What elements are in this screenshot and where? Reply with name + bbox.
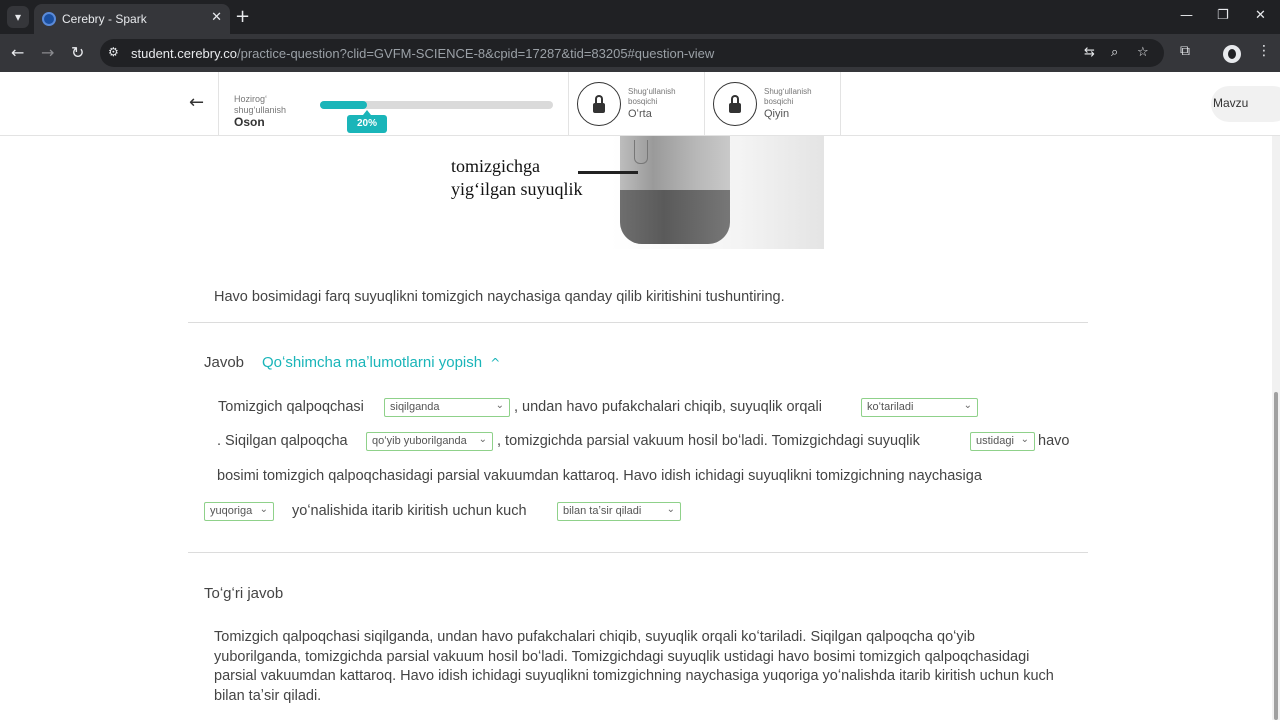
answer-text: . Siqilgan qalpoqcha <box>217 433 348 449</box>
forward-icon[interactable]: → <box>41 43 54 62</box>
browser-tab-bar: ▾ Cerebry - Spark ✕ + — ❐ ✕ <box>0 0 1280 34</box>
window-close-icon[interactable]: ✕ <box>1255 8 1266 23</box>
answer-text: bosimi tomizgich qalpoqchasidagi parsial… <box>217 468 982 484</box>
correct-answer-text: Tomizgich qalpoqchasi siqilganda, undan … <box>214 629 1054 704</box>
answer-text: Tomizgich qalpoqchasi <box>218 399 364 415</box>
answer-text: yoʻnalishida itarib kiritish uchun kuch <box>292 503 527 519</box>
site-info-icon[interactable]: ⚙ <box>108 45 119 59</box>
answer-label: Javob <box>204 354 245 371</box>
current-level-label: Hozirogʻ shugʻullanish <box>234 94 287 115</box>
divider <box>704 72 705 135</box>
chevron-down-icon: ⌄ <box>666 504 675 515</box>
answer-text: , tomizgichda parsial vakuum hosil boʻla… <box>497 433 920 449</box>
dropdown-value: yuqoriga <box>210 505 253 517</box>
browser-toolbar: ← → ↻ ⚙ student.cerebry.co/practice-ques… <box>0 34 1280 72</box>
figure-label: tomizgichga yigʻilgan suyuqlik <box>451 155 583 201</box>
answer-dropdown-1[interactable]: siqilganda ⌄ <box>384 398 510 417</box>
lock-icon <box>713 82 757 126</box>
divider <box>188 322 1088 323</box>
plus-icon[interactable]: + <box>235 6 250 27</box>
divider <box>188 552 1088 553</box>
liquid-image <box>620 190 730 244</box>
answer-dropdown-2[interactable]: koʻtariladi ⌄ <box>861 398 978 417</box>
close-icon[interactable]: ✕ <box>211 10 222 25</box>
chevron-down-icon: ⌄ <box>495 400 504 411</box>
back-arrow-icon[interactable]: ← <box>189 92 204 113</box>
figure-pointer-line <box>578 171 638 174</box>
answer-text: , undan havo pufakchalari chiqib, suyuql… <box>514 399 822 415</box>
tab-title: Cerebry - Spark <box>62 12 147 26</box>
minimize-icon[interactable]: — <box>1180 8 1193 23</box>
url-path: /practice-question?clid=GVFM-SCIENCE-8&c… <box>236 46 715 61</box>
tab-list-icon[interactable]: ▾ <box>7 6 29 28</box>
answer-dropdown-5[interactable]: yuqoriga ⌄ <box>204 502 274 521</box>
answer-text: havo <box>1038 433 1070 449</box>
chevron-down-icon: ⌄ <box>259 504 268 515</box>
profile-avatar[interactable] <box>1223 45 1241 63</box>
answer-dropdown-3[interactable]: qoʻyib yuborilganda ⌄ <box>366 432 493 451</box>
star-icon[interactable]: ☆ <box>1137 45 1149 60</box>
level-hard-value: Qiyin <box>764 108 790 120</box>
translate-icon[interactable]: ⇆ <box>1084 45 1095 60</box>
menu-icon[interactable]: ⋮ <box>1257 43 1271 59</box>
reload-icon[interactable]: ↻ <box>71 43 84 62</box>
dropper-tube-image <box>634 140 648 164</box>
mavzu-button[interactable]: Mavzu <box>1211 86 1280 122</box>
answer-dropdown-6[interactable]: bilan taʼsir qiladi ⌄ <box>557 502 681 521</box>
question-text: Havo bosimidagi farq suyuqlikni tomizgic… <box>214 289 785 305</box>
current-level-value: Oson <box>234 115 265 129</box>
address-bar[interactable]: ⚙ student.cerebry.co/practice-question?c… <box>100 39 1164 67</box>
dropdown-value: siqilganda <box>390 401 440 413</box>
extensions-icon[interactable]: ⧉ <box>1180 43 1190 59</box>
toggle-extra-info-label: Qoʻshimcha maʼlumotlarni yopish <box>262 354 483 371</box>
url-text[interactable]: student.cerebry.co/practice-question?cli… <box>131 46 714 61</box>
favicon-icon <box>42 12 56 26</box>
divider <box>568 72 569 135</box>
level-medium-label: Shugʻullanish bosqichi <box>628 87 676 106</box>
scrollbar-thumb[interactable] <box>1274 392 1278 720</box>
dropdown-value: bilan taʼsir qiladi <box>563 505 642 517</box>
chevron-down-icon: ⌄ <box>963 400 972 411</box>
dropdown-value: ustidagi <box>976 435 1014 447</box>
lock-icon <box>577 82 621 126</box>
maximize-icon[interactable]: ❐ <box>1217 8 1229 23</box>
progress-badge: 20% <box>347 110 387 133</box>
back-icon[interactable]: ← <box>11 43 24 62</box>
level-hard-label: Shugʻullanish bosqichi <box>764 87 812 106</box>
figure-label-line1: tomizgichga <box>451 156 540 176</box>
correct-answer-title: Toʻgʻri javob <box>204 585 284 602</box>
dropdown-value: qoʻyib yuborilganda <box>372 435 467 447</box>
divider <box>840 72 841 135</box>
figure-label-line2: yigʻilgan suyuqlik <box>451 179 583 199</box>
progress-fill <box>320 101 367 109</box>
chevron-up-icon: ^ <box>490 356 501 370</box>
practice-header: ← Hozirogʻ shugʻullanish Oson 20% Shugʻu… <box>0 72 1280 136</box>
level-medium-value: Oʻrta <box>628 108 652 120</box>
dropdown-value: koʻtariladi <box>867 401 914 413</box>
divider <box>218 72 219 135</box>
chevron-down-icon: ⌄ <box>1020 434 1029 445</box>
chevron-down-icon: ⌄ <box>478 434 487 445</box>
zoom-icon[interactable]: ⌕ <box>1111 45 1118 60</box>
browser-tab[interactable]: Cerebry - Spark ✕ <box>34 4 230 34</box>
toggle-extra-info-link[interactable]: Qoʻshimcha maʼlumotlarni yopish ^ <box>262 354 500 371</box>
progress-bar <box>320 101 553 109</box>
url-domain: student.cerebry.co <box>131 46 237 61</box>
answer-dropdown-4[interactable]: ustidagi ⌄ <box>970 432 1035 451</box>
